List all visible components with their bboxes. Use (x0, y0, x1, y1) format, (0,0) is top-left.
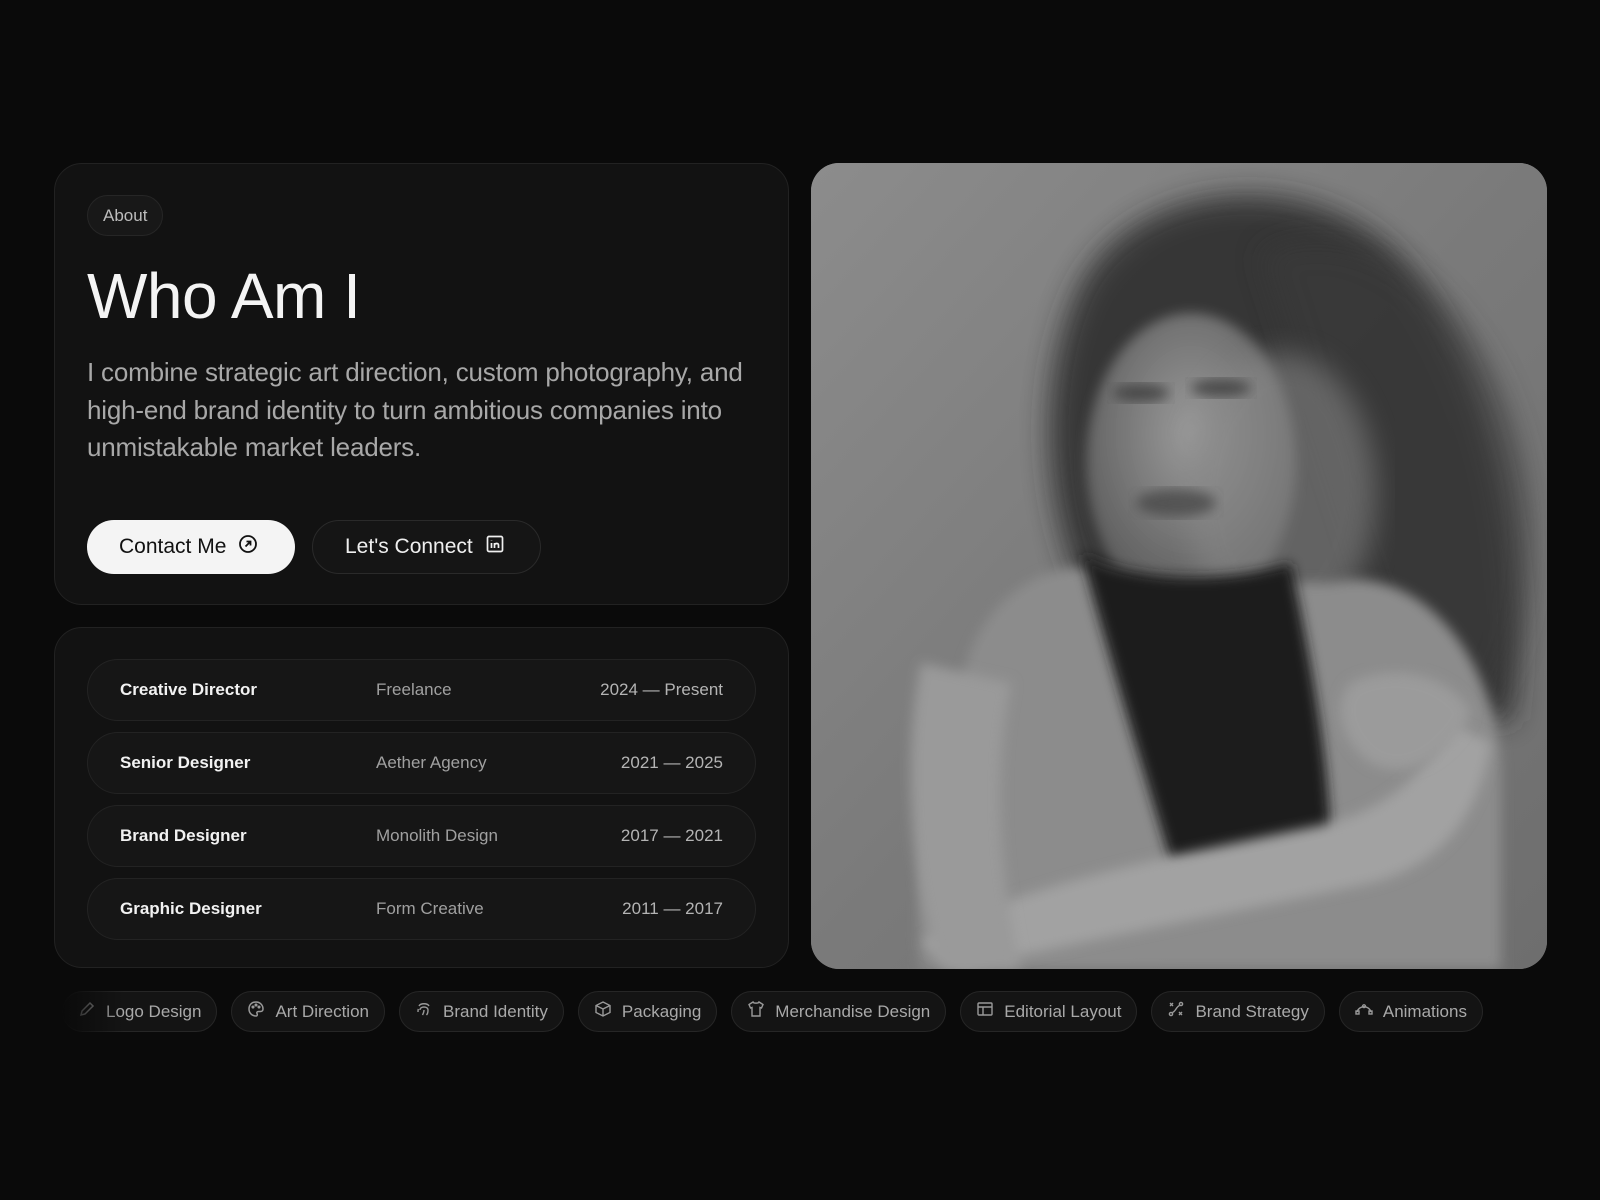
skill-label: Merchandise Design (775, 1001, 931, 1021)
skills-track: Logo Design Art Direction Brand Identity… (62, 991, 1483, 1032)
layout-icon (976, 1000, 994, 1023)
about-section: About Who Am I I combine strategic art d… (0, 0, 1600, 1200)
portrait-photo (811, 163, 1547, 969)
table-row: Creative Director Freelance 2024 — Prese… (87, 659, 756, 721)
page-title: Who Am I (87, 260, 361, 332)
strategy-icon (1167, 1000, 1185, 1023)
fade-right (1487, 991, 1547, 1033)
skill-chip: Editorial Layout (960, 991, 1138, 1032)
company: Aether Agency (376, 753, 487, 772)
company: Monolith Design (376, 826, 498, 845)
role: Brand Designer (120, 826, 247, 845)
contact-button-label: Contact Me (119, 535, 227, 558)
skill-chip: Packaging (577, 991, 718, 1032)
connect-button-label: Let's Connect (345, 535, 473, 558)
skill-chip: Brand Identity (399, 991, 564, 1032)
fade-left (54, 991, 124, 1033)
skill-chip: Art Direction (231, 991, 385, 1032)
about-card: About Who Am I I combine strategic art d… (54, 163, 789, 605)
palette-icon (247, 1000, 265, 1023)
arrow-up-right-circle-icon (238, 534, 258, 560)
skill-label: Art Direction (275, 1001, 369, 1021)
fingerprint-icon (415, 1000, 433, 1023)
table-row: Brand Designer Monolith Design 2017 — 20… (87, 805, 756, 867)
skill-label: Brand Identity (443, 1001, 548, 1021)
company: Freelance (376, 680, 452, 699)
table-row: Senior Designer Aether Agency 2021 — 202… (87, 732, 756, 794)
company: Form Creative (376, 899, 484, 918)
years: 2021 — 2025 (620, 753, 723, 772)
cta-row: Contact Me Let's Connect (87, 520, 541, 574)
role: Senior Designer (120, 753, 251, 772)
years: 2011 — 2017 (622, 899, 723, 918)
skill-label: Brand Strategy (1195, 1001, 1309, 1021)
linkedin-icon (485, 534, 505, 560)
years: 2017 — 2021 (620, 826, 723, 845)
experience-card: Creative Director Freelance 2024 — Prese… (54, 627, 789, 968)
contact-button[interactable]: Contact Me (87, 520, 295, 574)
table-row: Graphic Designer Form Creative 2011 — 20… (87, 878, 756, 940)
skill-label: Editorial Layout (1004, 1001, 1122, 1021)
skill-chip: Merchandise Design (731, 991, 947, 1032)
skill-label: Animations (1382, 1001, 1467, 1021)
box-icon (594, 1000, 612, 1023)
role: Graphic Designer (120, 899, 262, 918)
skill-chip: Brand Strategy (1151, 991, 1325, 1032)
connect-button[interactable]: Let's Connect (312, 520, 541, 574)
intro-text: I combine strategic art direction, custo… (87, 357, 743, 462)
skill-label: Packaging (621, 1001, 702, 1021)
bezier-icon (1355, 1000, 1373, 1023)
tshirt-icon (747, 1000, 765, 1023)
skill-chip: Animations (1338, 991, 1483, 1032)
years: 2024 — Present (600, 680, 723, 699)
section-tag: About (87, 195, 164, 236)
role: Creative Director (120, 680, 258, 699)
skills-strip: Logo Design Art Direction Brand Identity… (54, 991, 1547, 1033)
